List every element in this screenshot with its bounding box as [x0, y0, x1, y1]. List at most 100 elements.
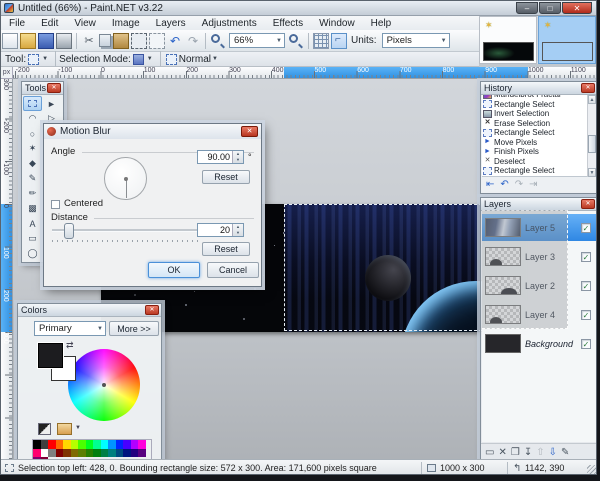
- tool-rectangle[interactable]: ▭: [23, 231, 42, 246]
- history-item[interactable]: ✕Deselect: [482, 157, 596, 167]
- palette-swatch[interactable]: [108, 440, 116, 449]
- menu-window[interactable]: Window: [311, 18, 363, 29]
- fast-forward-icon[interactable]: ⇥: [529, 179, 537, 190]
- history-item[interactable]: Rectangle Select: [482, 166, 596, 176]
- palette-swatch[interactable]: [101, 449, 109, 458]
- close-icon[interactable]: ✕: [581, 83, 595, 93]
- layer-visible-checkbox[interactable]: ✓: [581, 252, 591, 262]
- tool-rectangle-select[interactable]: [23, 96, 42, 111]
- cut-icon[interactable]: ✂: [81, 33, 97, 49]
- palette-swatch[interactable]: [78, 440, 86, 449]
- palette-swatch[interactable]: [93, 449, 101, 458]
- menu-effects[interactable]: Effects: [265, 18, 311, 29]
- history-item[interactable]: Rectangle Select: [482, 128, 596, 138]
- grid-toggle-icon[interactable]: [313, 33, 329, 49]
- image-tab-1[interactable]: ✶: [479, 16, 537, 64]
- layer-row-layer4[interactable]: Layer 4 ✓: [482, 301, 596, 328]
- flood-mode-value[interactable]: Normal: [179, 54, 211, 65]
- tool-paint-bucket[interactable]: ◆: [23, 156, 42, 171]
- horizontal-ruler[interactable]: -200-10001002003004005006007008009001000…: [13, 67, 597, 79]
- move-layer-up-icon[interactable]: ⇧: [536, 447, 544, 458]
- palette-swatch[interactable]: [56, 440, 64, 449]
- chevron-down-icon[interactable]: ▼: [212, 56, 218, 62]
- distance-reset-button[interactable]: Reset: [202, 242, 250, 256]
- layer-row-layer3[interactable]: Layer 3 ✓: [482, 243, 596, 270]
- new-file-icon[interactable]: [2, 33, 18, 49]
- history-item[interactable]: ►Move Pixels: [482, 138, 596, 148]
- history-scrollbar[interactable]: ▲ ▼: [587, 95, 596, 177]
- palette-swatch[interactable]: [101, 440, 109, 449]
- spinner-arrows-icon[interactable]: ▲▼: [232, 224, 243, 236]
- close-icon[interactable]: ✕: [241, 126, 258, 137]
- print-icon[interactable]: [56, 33, 72, 49]
- save-icon[interactable]: [38, 33, 54, 49]
- layer-row-background[interactable]: Background ✓: [482, 330, 596, 357]
- layer-properties-icon[interactable]: ✎: [561, 447, 569, 458]
- palette-swatch[interactable]: [116, 440, 124, 449]
- palette-swatch[interactable]: [123, 449, 131, 458]
- history-panel-title[interactable]: History ✕: [481, 82, 597, 95]
- chevron-down-icon[interactable]: ▼: [75, 425, 81, 431]
- transparency-icon[interactable]: [38, 423, 51, 435]
- palette-swatch[interactable]: [131, 449, 139, 458]
- duplicate-layer-icon[interactable]: ❐: [511, 447, 520, 458]
- tool-lasso-select[interactable]: ◠: [23, 111, 42, 126]
- menu-image[interactable]: Image: [104, 18, 148, 29]
- palette-swatch[interactable]: [138, 449, 146, 458]
- copy-icon[interactable]: [99, 34, 111, 47]
- tool-magic-wand[interactable]: ✶: [23, 141, 42, 156]
- palette-swatch[interactable]: [108, 449, 116, 458]
- menu-layers[interactable]: Layers: [148, 18, 194, 29]
- maximize-button[interactable]: □: [539, 2, 561, 14]
- menu-file[interactable]: File: [1, 18, 33, 29]
- palette-swatch[interactable]: [63, 440, 71, 449]
- tool-pencil[interactable]: ✏: [23, 186, 42, 201]
- tool-clone-stamp[interactable]: ▩: [23, 201, 42, 216]
- spinner-arrows-icon[interactable]: ▲▼: [232, 151, 243, 163]
- zoom-in-icon[interactable]: [288, 33, 304, 49]
- close-button[interactable]: ✕: [562, 2, 592, 14]
- palette-swatch[interactable]: [116, 449, 124, 458]
- scrollbar-thumb[interactable]: [588, 135, 596, 153]
- delete-layer-icon[interactable]: ✕: [498, 447, 506, 458]
- palette-swatch[interactable]: [56, 449, 64, 458]
- angle-dial[interactable]: [104, 157, 147, 200]
- history-item[interactable]: Invert Selection: [482, 109, 596, 119]
- palette-menu-icon[interactable]: [57, 423, 72, 435]
- tool-ellipse[interactable]: ◯: [23, 246, 42, 261]
- palette-swatch[interactable]: [131, 440, 139, 449]
- close-icon[interactable]: ✕: [581, 199, 595, 209]
- ruler-toggle-icon[interactable]: [331, 33, 347, 49]
- paste-icon[interactable]: [113, 33, 129, 49]
- layer-row-layer5[interactable]: Layer 5 ✓: [482, 214, 596, 241]
- move-layer-down-icon[interactable]: ⇩: [549, 447, 557, 458]
- undo-icon[interactable]: ↶: [500, 179, 508, 190]
- deselect-icon[interactable]: [149, 33, 165, 49]
- zoom-out-icon[interactable]: [210, 33, 226, 49]
- layer-visible-checkbox[interactable]: ✓: [581, 223, 591, 233]
- scroll-up-icon[interactable]: ▲: [588, 95, 596, 104]
- history-item[interactable]: Rectangle Select: [482, 100, 596, 110]
- chevron-down-icon[interactable]: ▼: [42, 56, 48, 62]
- angle-input[interactable]: 90.00 ▲▼: [197, 150, 244, 164]
- tools-panel-title[interactable]: Tools ✕: [22, 82, 63, 95]
- tool-move-pixels[interactable]: ►: [42, 96, 61, 111]
- units-combo[interactable]: Pixels▼: [382, 33, 450, 48]
- zoom-combo[interactable]: 66%▼: [229, 33, 285, 48]
- palette-swatch[interactable]: [138, 440, 146, 449]
- palette-swatch[interactable]: [86, 449, 94, 458]
- history-item[interactable]: ✕Erase Selection: [482, 119, 596, 129]
- crop-icon[interactable]: [131, 33, 147, 49]
- cancel-button[interactable]: Cancel: [207, 262, 259, 278]
- color-target-combo[interactable]: Primary▼: [34, 321, 106, 336]
- palette-swatch[interactable]: [71, 449, 79, 458]
- history-item[interactable]: ►Finish Pixels: [482, 147, 596, 157]
- ok-button[interactable]: OK: [148, 262, 200, 278]
- vertical-ruler[interactable]: -300-200-1000100200300: [1, 79, 13, 459]
- primary-color-swatch[interactable]: [38, 343, 63, 368]
- minimize-button[interactable]: –: [516, 2, 538, 14]
- tool-text[interactable]: A: [23, 216, 42, 231]
- distance-slider-thumb[interactable]: [64, 223, 74, 239]
- redo-icon[interactable]: ↷: [185, 33, 201, 49]
- flood-mode-icon[interactable]: [166, 54, 177, 65]
